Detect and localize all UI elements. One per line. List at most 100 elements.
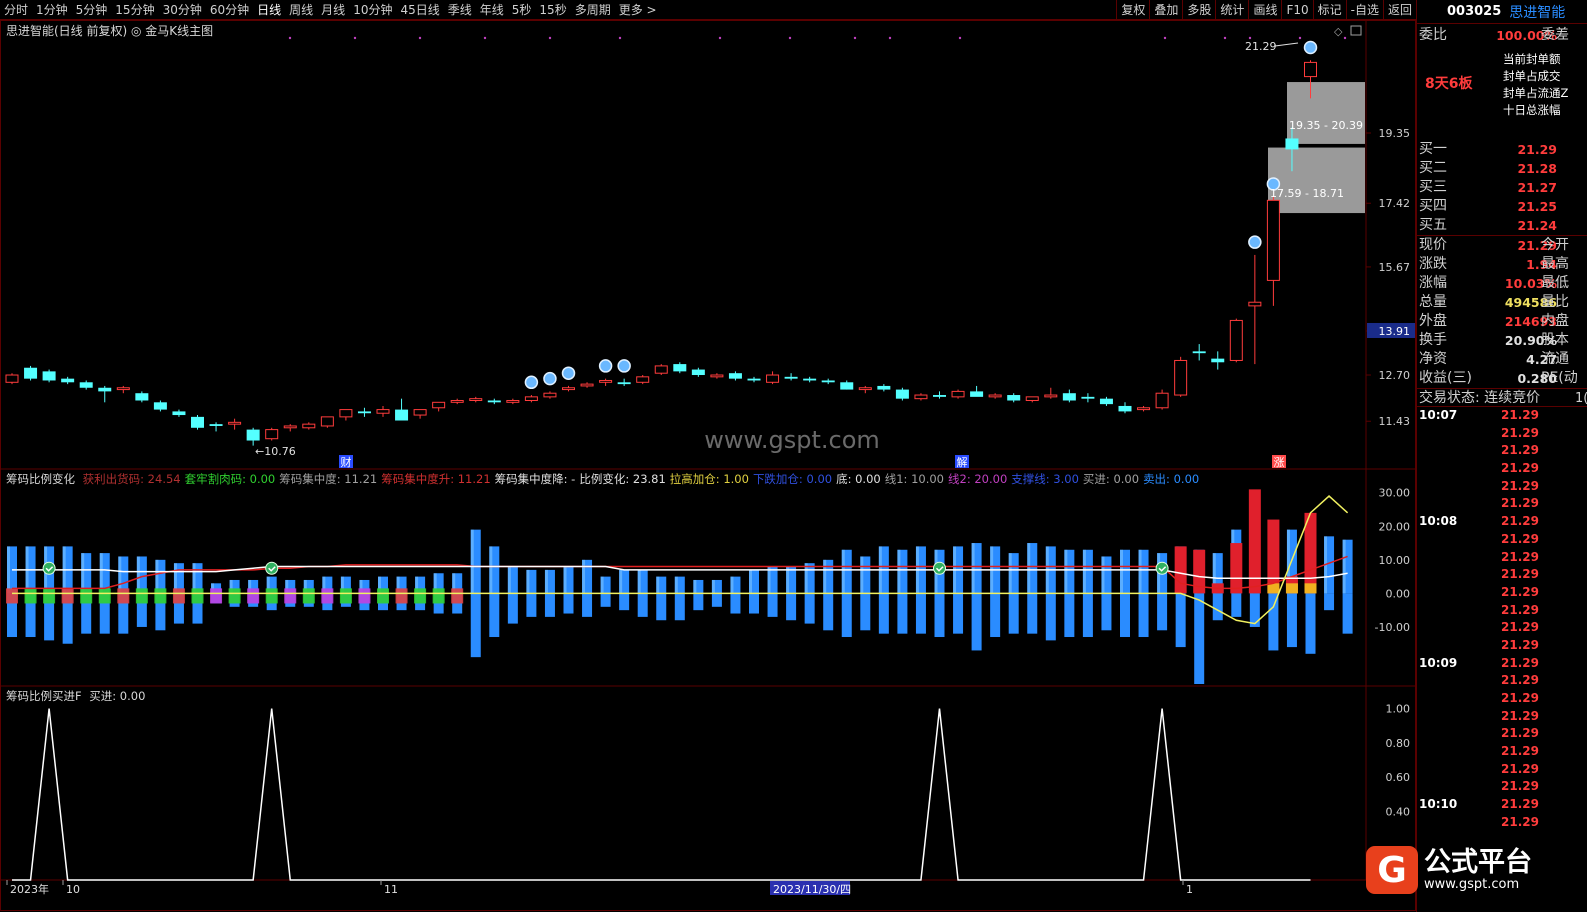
stat-label: 换手 [1419,332,1447,348]
tab-7[interactable]: 周线 [285,0,317,20]
tick-row: 10:09 21.29 [1417,655,1587,673]
tab-0[interactable]: 分时 [0,0,32,20]
tab-12[interactable]: 年线 [476,0,508,20]
tab-3[interactable]: 15分钟 [111,0,158,20]
tool-tab-0[interactable]: 复权 [1116,0,1149,20]
candle [1137,405,1151,412]
ind1-base-block [414,588,427,604]
ind1-bar-neg [1064,593,1075,638]
tab-2[interactable]: 5分钟 [72,0,112,20]
candle [172,409,186,417]
ind1-base-block [6,588,18,604]
signal-dot [788,36,792,40]
bid-label: 买三 [1419,179,1447,195]
ind1-bar-shine [118,556,122,594]
price-tick-label: 13.91 [1379,325,1411,338]
ind1-base-block [395,588,408,604]
tab-6[interactable]: 日线 [253,0,285,20]
tool-tab-1[interactable]: 叠加 [1149,0,1182,20]
tick-price: 21.29 [1501,673,1539,688]
ind1-bar-shine [656,576,660,594]
date-month-11: 11 [384,883,398,896]
tab-1[interactable]: 1分钟 [32,0,72,20]
tool-tab-2[interactable]: 多股 [1182,0,1215,20]
bid-label: 买二 [1419,160,1447,176]
ind1-tick-label: -10.00 [1375,621,1410,634]
ind1-bar-neg [786,593,797,621]
tick-price: 21.29 [1501,531,1539,546]
ind1-bar-shine [1101,556,1105,594]
event-marker-marker_zhang[interactable]: 涨 [1274,456,1285,469]
ind2-tick-label: 0.80 [1386,737,1411,750]
candle [988,393,1002,399]
ind1-bar-neg [1138,593,1149,638]
tick-price: 21.29 [1501,549,1539,564]
tick-price: 21.29 [1501,744,1539,759]
ind1-bar-neg [1194,593,1205,684]
candle [1248,254,1262,365]
tab-11[interactable]: 季线 [444,0,476,20]
event-marker-marker_cai[interactable]: 财 [341,455,352,469]
ind1-bar-neg [860,593,871,631]
tab-15[interactable]: 多周期 [571,0,615,20]
bid-row: 买四 21.25 [1417,197,1587,216]
stock-name[interactable]: 思进智能 [1509,2,1565,22]
seal-line-1: 封单占成交 [1503,69,1561,83]
price-tick-label: 12.70 [1379,369,1411,382]
candle [432,401,446,412]
indicator1-item-11: 支撑线: 3.00 [1011,472,1079,486]
diamond-icon[interactable]: ◇ [1334,25,1343,38]
indicator1-item-8: 底: 0.00 [836,472,881,486]
candle [691,367,705,377]
tool-tab-8[interactable]: 返回 [1382,0,1416,20]
tick-row: 21.29 [1417,478,1587,496]
seal-line-3: 十日总涨幅 [1503,103,1561,117]
candle [376,405,390,417]
ind1-base-block [172,588,185,604]
price-tick-label: 17.42 [1379,197,1411,210]
ind1-base-block [228,588,241,604]
tick-row: 10:08 21.29 [1417,513,1587,531]
watermark: www.gspt.com [704,426,880,454]
seal-lines: 当前封单额 封单占成交 封单占流通Z 十日总涨幅 [1503,51,1568,119]
logo-mark: G [1366,846,1418,894]
check-marker [42,561,56,575]
tab-8[interactable]: 月线 [317,0,349,20]
stock-code[interactable]: 003025 [1447,4,1501,19]
event-marker-marker_jie[interactable]: 解 [957,455,968,469]
tick-price: 21.29 [1501,620,1539,635]
tab-14[interactable]: 15秒 [535,0,570,20]
tick-row: 21.29 [1417,725,1587,743]
indicator1-name[interactable]: 筹码比例变化 [6,472,75,486]
tool-tab-3[interactable]: 统计 [1215,0,1248,20]
ind1-bar-shine [136,556,140,594]
app-window: 19.35 17.42 15.67 13.91 12.70 11.43 21.29 ←10.7… [0,0,1587,912]
candle [487,398,501,405]
ind1-bar-neg [1212,593,1223,621]
indicator2-name[interactable]: 筹码比例买进F [6,689,82,703]
ind1-base-block [61,588,74,604]
candle [116,385,130,394]
candle [24,365,38,381]
tool-tab-6[interactable]: 标记 [1312,0,1346,20]
tick-time: 10:09 [1419,655,1458,670]
tool-tab-5[interactable]: F10 [1281,0,1312,20]
ind1-bar-neg [1324,593,1335,611]
tool-tab-7[interactable]: -自选 [1345,0,1383,20]
ball-marker [1248,235,1262,249]
tab-5[interactable]: 60分钟 [206,0,253,20]
seal-tag: 8天6板 [1425,76,1473,92]
candle [617,378,631,386]
candle [395,398,409,421]
tab-10[interactable]: 45日线 [396,0,443,20]
candle [1155,389,1169,410]
tick-row: 21.29 [1417,495,1587,513]
ind1-bar-neg [1008,593,1019,634]
window-icon[interactable] [1350,25,1362,36]
tab-13[interactable]: 5秒 [508,0,536,20]
tool-tab-4[interactable]: 画线 [1248,0,1281,20]
tab-16[interactable]: 更多 > [615,0,661,20]
tab-4[interactable]: 30分钟 [159,0,206,20]
tab-9[interactable]: 10分钟 [349,0,396,20]
candle [951,389,965,399]
